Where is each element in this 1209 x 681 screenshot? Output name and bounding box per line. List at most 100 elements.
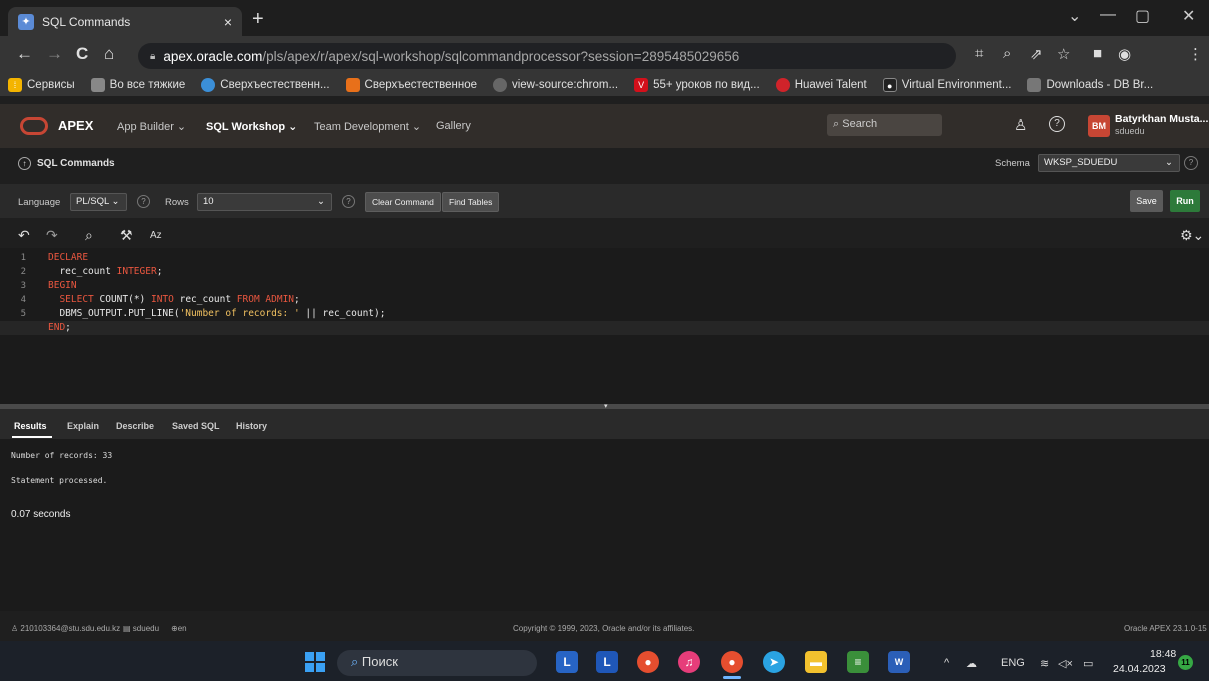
input-language[interactable]: ENG [1001, 657, 1025, 669]
close-window-button[interactable]: ✕ [1182, 6, 1195, 26]
bookmark-item[interactable]: view-source:chrom... [492, 78, 618, 92]
tab-results[interactable]: Results [14, 421, 47, 431]
language-label: Language [18, 197, 61, 208]
translate-icon[interactable]: ⌗ [975, 45, 983, 62]
nav-team-development[interactable]: Team Development ⌄ [314, 120, 421, 133]
bookmark-label: Сверхъестественн... [220, 79, 330, 91]
chevron-down-icon: ⌄ [317, 196, 325, 207]
tab-search-icon[interactable]: ⌄ [1068, 6, 1081, 26]
app-l-icon[interactable]: L [556, 651, 578, 673]
text-format-icon[interactable]: Aᴢ [150, 230, 162, 241]
share-icon[interactable]: ⇗ [1030, 45, 1043, 63]
telegram-icon[interactable]: ➤ [763, 651, 785, 673]
bookmark-item[interactable]: ⁞ Сервисы [8, 78, 75, 92]
footer-language[interactable]: ⊕en [171, 624, 187, 633]
url-path: /pls/apex/r/apex/sql-workshop/sqlcommand… [262, 48, 740, 64]
oracle-logo-icon[interactable] [20, 117, 48, 135]
windows-start-icon[interactable] [305, 652, 325, 672]
search-input[interactable]: ⌕ Search [827, 114, 942, 136]
notepad-icon[interactable]: ≡ [847, 651, 869, 673]
apex-brand[interactable]: APEX [58, 118, 93, 133]
user-name[interactable]: Batyrkhan Musta... [1115, 113, 1208, 125]
profile-icon[interactable]: ◉ [1118, 45, 1131, 63]
schema-select[interactable]: WKSP_SDUEDU ⌄ [1038, 154, 1180, 172]
up-arrow-icon[interactable]: ↑ [18, 157, 31, 170]
save-button[interactable]: Save [1130, 190, 1163, 212]
tab-saved-sql[interactable]: Saved SQL [172, 421, 220, 431]
notification-badge[interactable]: 11 [1178, 655, 1193, 670]
nav-app-builder[interactable]: App Builder ⌄ [117, 120, 186, 133]
language-value: PL/SQL [76, 196, 109, 207]
taskbar-search[interactable]: ⌕ Поиск [337, 650, 537, 676]
rows-label: Rows [165, 197, 189, 208]
rows-select[interactable]: 10 ⌄ [197, 193, 332, 211]
bookmark-item[interactable]: Сверхъестественн... [201, 78, 330, 92]
extension-icon[interactable]: ■ [1093, 45, 1102, 62]
search-icon[interactable]: ⌕ [85, 227, 93, 244]
footer-workspace[interactable]: ▤ sduedu [123, 624, 159, 633]
bookmark-item[interactable]: ● Virtual Environment... [882, 78, 1012, 92]
reload-icon[interactable]: C [76, 44, 88, 64]
lock-icon: 🔒︎ [150, 50, 156, 62]
user-icon: ♙ [11, 624, 19, 633]
globe-icon: ⊕ [171, 624, 178, 633]
forward-arrow-icon[interactable]: → [46, 44, 63, 64]
chrome-active-icon[interactable]: ● [721, 651, 743, 673]
zoom-icon[interactable]: ⌕ [1003, 45, 1011, 62]
tab-explain[interactable]: Explain [67, 421, 99, 431]
bookmark-item[interactable]: V 55+ уроков по вид... [634, 78, 760, 92]
volume-icon[interactable]: ◁× [1058, 657, 1073, 670]
file-explorer-icon[interactable]: ▬ [805, 651, 827, 673]
app-l2-icon[interactable]: L [596, 651, 618, 673]
redo-icon[interactable]: ↷ [46, 227, 58, 244]
bookmark-item[interactable]: Сверхъестественное [345, 78, 477, 92]
bookmark-item[interactable]: Downloads - DB Br... [1027, 78, 1153, 92]
bookmark-favicon-icon [201, 78, 216, 92]
user-switch-icon[interactable]: ♙ [1014, 116, 1027, 134]
wifi-icon[interactable]: ≋ [1040, 657, 1049, 670]
help-icon[interactable]: ? [1184, 156, 1198, 170]
nav-gallery[interactable]: Gallery [436, 120, 471, 132]
bookmark-label: Virtual Environment... [901, 79, 1012, 91]
avatar[interactable]: BM [1088, 115, 1110, 137]
home-icon[interactable]: ⌂ [104, 44, 114, 64]
run-button[interactable]: Run [1170, 190, 1200, 212]
new-tab-button[interactable]: + [252, 8, 264, 31]
breadcrumb[interactable]: ↑ SQL Commands [18, 157, 115, 170]
wrench-icon[interactable]: ⚒ [120, 227, 133, 244]
find-tables-button[interactable]: Find Tables [442, 192, 500, 212]
clock-time[interactable]: 18:48 [1150, 648, 1176, 660]
tray-chevron-icon[interactable]: ^ [944, 657, 949, 669]
bookmark-star-icon[interactable]: ☆ [1057, 45, 1070, 63]
itunes-icon[interactable]: ♫ [678, 651, 700, 673]
clock-date[interactable]: 24.04.2023 [1113, 663, 1166, 675]
tab-history[interactable]: History [236, 421, 267, 431]
help-icon[interactable]: ? [1049, 116, 1065, 132]
footer-user[interactable]: ♙ 210103364@stu.sdu.edu.kz [11, 624, 120, 633]
undo-icon[interactable]: ↶ [18, 227, 30, 244]
battery-icon[interactable]: ▭ [1083, 657, 1093, 670]
bookmark-item[interactable]: Huawei Talent [775, 78, 867, 92]
menu-icon[interactable]: ⋮ [1188, 45, 1203, 63]
user-workspace: sduedu [1115, 126, 1145, 136]
minimize-button[interactable]: — [1100, 6, 1116, 24]
chrome-icon[interactable]: ● [637, 651, 659, 673]
address-bar[interactable]: 🔒︎ apex.oracle.com/pls/apex/r/apex/sql-w… [138, 43, 956, 69]
tab-close-icon[interactable]: × [224, 14, 232, 30]
language-select[interactable]: PL/SQL ⌄ [70, 193, 127, 211]
word-icon[interactable]: W [888, 651, 910, 673]
bookmark-item[interactable]: Во все тяжкие [90, 78, 185, 92]
maximize-button[interactable]: ▢ [1135, 6, 1150, 26]
help-icon[interactable]: ? [342, 195, 355, 208]
schema-value: WKSP_SDUEDU [1044, 157, 1118, 168]
weather-icon[interactable]: ☁ [966, 657, 977, 670]
elapsed-time: 0.07 seconds [11, 509, 71, 520]
help-icon[interactable]: ? [137, 195, 150, 208]
settings-gear-icon[interactable]: ⚙⌄ [1180, 227, 1204, 244]
clear-command-button[interactable]: Clear Command [365, 192, 441, 212]
browser-tab[interactable]: ✦ SQL Commands × [8, 7, 242, 36]
apex-favicon-icon: ✦ [18, 13, 34, 30]
nav-sql-workshop[interactable]: SQL Workshop ⌄ [206, 120, 297, 133]
tab-describe[interactable]: Describe [116, 421, 154, 431]
back-arrow-icon[interactable]: ← [16, 44, 33, 64]
